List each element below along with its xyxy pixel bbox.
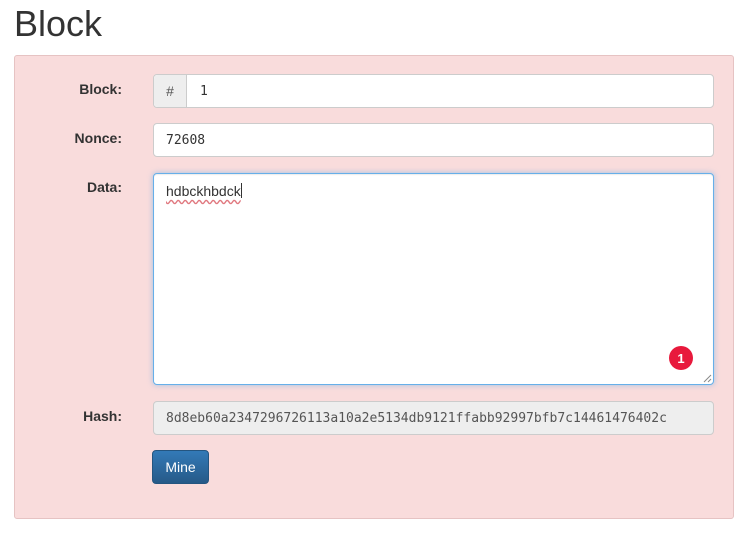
hash-field[interactable]: 8d8eb60a2347296726113a10a2e5134db9121ffa… [153,401,714,435]
hash-value[interactable]: 8d8eb60a2347296726113a10a2e5134db9121ffa… [166,402,713,434]
page-title: Block [14,3,103,44]
mine-button[interactable]: Mine [152,450,209,484]
nonce-value[interactable]: 72608 [166,124,205,156]
nonce-label: Nonce: [74,130,122,146]
hash-label: Hash: [83,408,122,424]
text-caret [240,183,242,198]
block-panel: Block: # 1 Nonce: 72608 Data: hdbckhbdck… [14,55,734,519]
nonce-field[interactable]: 72608 [153,123,714,157]
block-number-addon: # [154,75,187,107]
resize-handle-icon[interactable] [703,374,712,383]
error-count-badge[interactable]: 1 [669,346,693,370]
data-text[interactable]: hdbckhbdck [166,183,242,199]
data-label: Data: [86,179,122,195]
block-label: Block: [79,81,122,97]
data-value: hdbckhbdck [166,183,241,199]
block-number-value[interactable]: 1 [200,75,208,107]
block-number-field[interactable]: # 1 [153,74,714,108]
data-textarea[interactable]: hdbckhbdck 1 [153,173,714,385]
